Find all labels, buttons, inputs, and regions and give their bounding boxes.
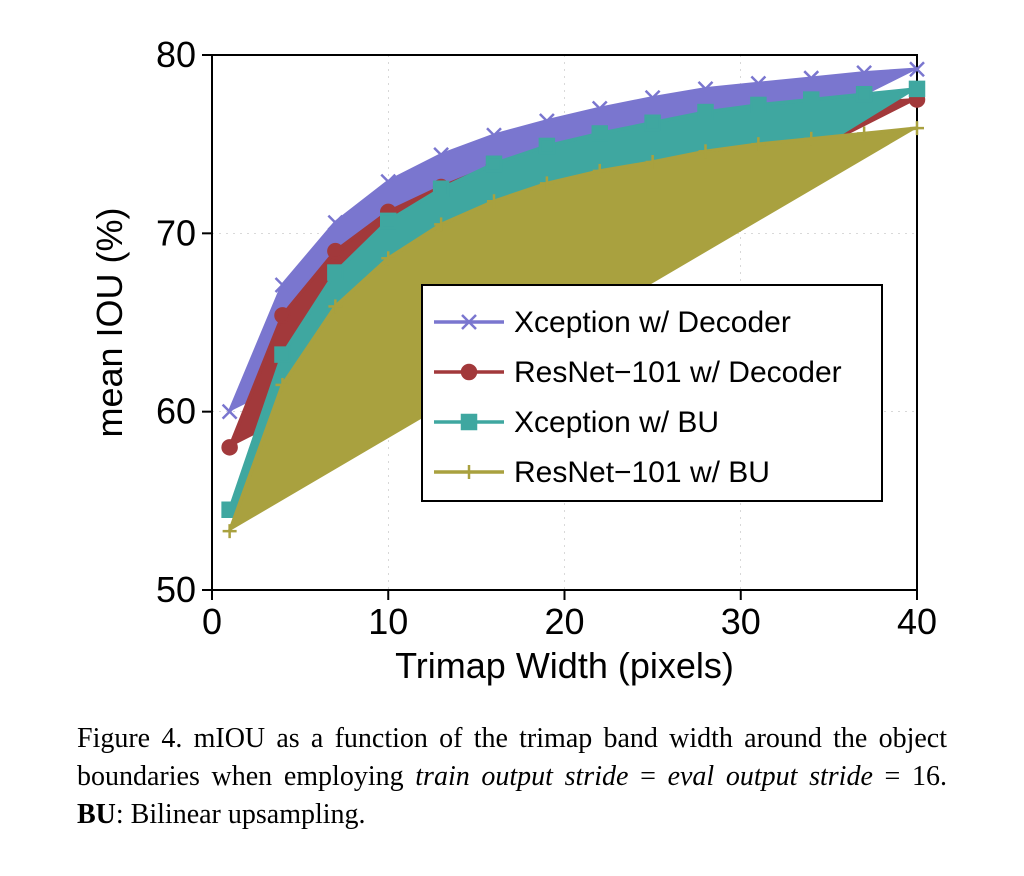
y-tick-label: 60 — [156, 391, 196, 432]
marker-square — [857, 87, 871, 101]
legend-label: Xception w/ BU — [514, 406, 719, 439]
caption-ital1: train output stride — [415, 761, 628, 792]
x-tick-label: 30 — [721, 601, 761, 642]
marker-square — [328, 266, 342, 280]
caption-bu: BU — [77, 799, 116, 830]
caption-eq1: = — [640, 761, 656, 792]
marker-square — [381, 214, 395, 228]
y-tick-label: 50 — [156, 569, 196, 610]
marker-square — [487, 157, 501, 171]
legend-label: ResNet−101 w/ BU — [514, 456, 770, 489]
marker-square — [699, 105, 713, 119]
marker-square — [593, 126, 607, 140]
marker-square — [540, 139, 554, 153]
legend-label: Xception w/ Decoder — [514, 306, 791, 339]
y-tick-label: 80 — [156, 34, 196, 75]
marker-square — [462, 415, 476, 429]
x-tick-label: 10 — [368, 601, 408, 642]
y-axis-label: mean IOU (%) — [89, 207, 130, 437]
x-tick-label: 40 — [897, 601, 937, 642]
caption-eq2: = 16. — [885, 761, 947, 792]
x-axis-label: Trimap Width (pixels) — [395, 645, 734, 686]
legend-label: ResNet−101 w/ Decoder — [514, 356, 842, 389]
y-tick-label: 70 — [156, 212, 196, 253]
marker-square — [276, 348, 290, 362]
chart: 0 10 20 30 40 50 60 70 80 Trimap Width (pixels) me… — [77, 20, 947, 700]
marker-square — [910, 82, 924, 96]
marker-square — [804, 93, 818, 107]
marker-square — [434, 182, 448, 196]
marker-o — [223, 440, 237, 454]
figure-caption: Figure 4. mIOU as a function of the trim… — [77, 720, 947, 833]
marker-o — [276, 308, 290, 322]
marker-square — [646, 116, 660, 130]
x-tick-label: 0 — [202, 601, 222, 642]
legend: Xception w/ Decoder ResNet−101 w/ Decoder… — [422, 285, 882, 501]
marker-o — [462, 365, 476, 379]
x-tick-label: 20 — [544, 601, 584, 642]
caption-bu-desc: : Bilinear upsampling. — [116, 799, 366, 830]
caption-ital2: eval output stride — [668, 761, 873, 792]
marker-square — [751, 98, 765, 112]
caption-prefix: Figure 4. — [77, 723, 182, 754]
chart-svg: 0 10 20 30 40 50 60 70 80 Trimap Width (pixels) me… — [77, 20, 947, 700]
marker-o — [328, 244, 342, 258]
